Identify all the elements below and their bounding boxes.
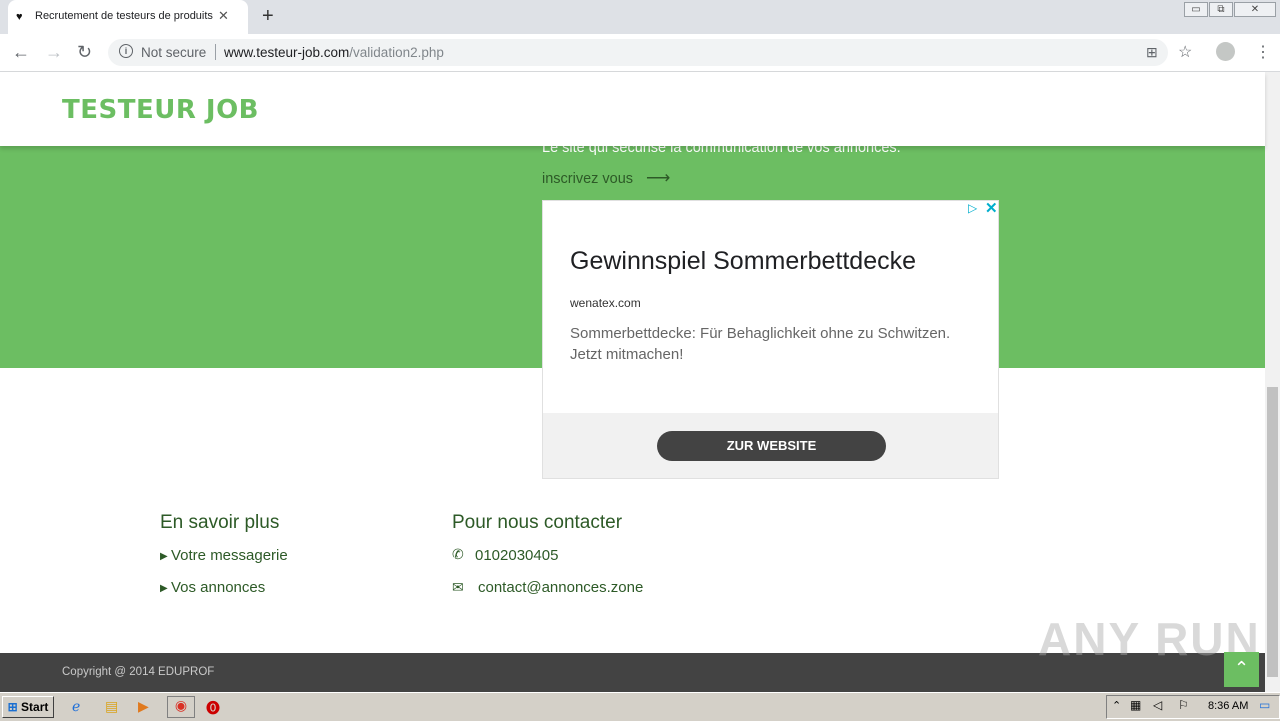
show-desktop-icon[interactable]: ▭ [1259,698,1270,712]
tray-expand-icon[interactable]: ⌃ [1112,699,1121,712]
restore-icon[interactable]: ⧉ [1209,2,1233,17]
tab-title: Recrutement de testeurs de produits [35,10,213,22]
adchoices-icon[interactable]: ▷ [968,201,977,215]
network-icon[interactable]: ▦ [1130,698,1141,712]
alert-icon[interactable]: ⓿ [206,698,220,718]
scrollbar-thumb[interactable] [1267,387,1278,677]
email-link[interactable]: contact@annonces.zone [478,579,643,596]
back-icon[interactable]: ← [12,42,30,63]
start-label: Start [21,700,49,714]
ad-cta-button[interactable]: ZUR WEBSITE [657,431,886,461]
profile-avatar-icon[interactable] [1216,42,1235,61]
caret-right-icon: ▶ [160,583,168,594]
footer-col2-title: Pour nous contacter [452,512,623,533]
caret-right-icon: ▶ [160,551,168,562]
ad-domain: wenatex.com [570,296,641,310]
media-player-icon[interactable]: ▶ [138,698,149,715]
tab-close-icon[interactable]: ✕ [218,8,229,24]
messagerie-link[interactable]: Votre messagerie [171,547,288,564]
ie-icon[interactable]: ℯ [72,698,80,715]
forward-icon[interactable]: → [45,42,63,63]
reload-icon[interactable]: ↻ [77,42,92,63]
url-path: /validation2.php [349,45,444,60]
copyright-text: Copyright @ 2014 EDUPROF [62,666,215,678]
volume-icon[interactable]: ◁ [1153,698,1162,712]
start-button[interactable]: ⊞ Start [2,696,54,718]
phone-icon: ✆ [452,546,464,562]
scroll-to-top-button[interactable]: ⌃ [1224,652,1259,687]
security-label[interactable]: Not secure [141,45,206,60]
window-close-icon[interactable]: ✕ [1234,2,1276,17]
windows-logo-icon: ⊞ [7,700,18,714]
annonces-link[interactable]: Vos annonces [171,579,265,596]
heart-favicon-icon: ♥ [16,11,23,23]
flag-icon[interactable]: ⚐ [1178,698,1189,712]
envelope-icon: ✉ [452,579,464,595]
menu-dots-icon[interactable]: ⋮ [1255,42,1271,62]
ad-close-icon[interactable]: ✕ [985,199,998,217]
phone-number: 0102030405 [475,547,559,564]
chrome-icon[interactable]: ◉ [167,696,195,718]
address-separator [215,44,216,60]
signup-link[interactable]: inscrivez vous [542,171,633,187]
info-icon[interactable]: i [119,44,133,58]
url-host: www.testeur-job.com [224,45,350,60]
ad-description: Sommerbettdecke: Für Behaglichkeit ohne … [570,325,951,363]
ad-title[interactable]: Gewinnspiel Sommerbettdecke [570,247,916,276]
folder-icon[interactable]: ▤ [105,698,118,715]
site-logo[interactable]: TESTEUR JOB [62,95,259,125]
translate-icon[interactable]: ⊞ [1146,44,1158,61]
bookmark-star-icon[interactable]: ☆ [1178,42,1192,62]
footer-col1-title: En savoir plus [160,512,280,533]
taskbar-clock[interactable]: 8:36 AM [1208,700,1248,712]
arrow-right-icon[interactable]: ⟶ [646,168,670,188]
minimize-icon[interactable]: ▭ [1184,2,1208,17]
new-tab-button[interactable]: + [262,5,274,28]
url-text[interactable]: www.testeur-job.com/validation2.php [224,45,444,60]
